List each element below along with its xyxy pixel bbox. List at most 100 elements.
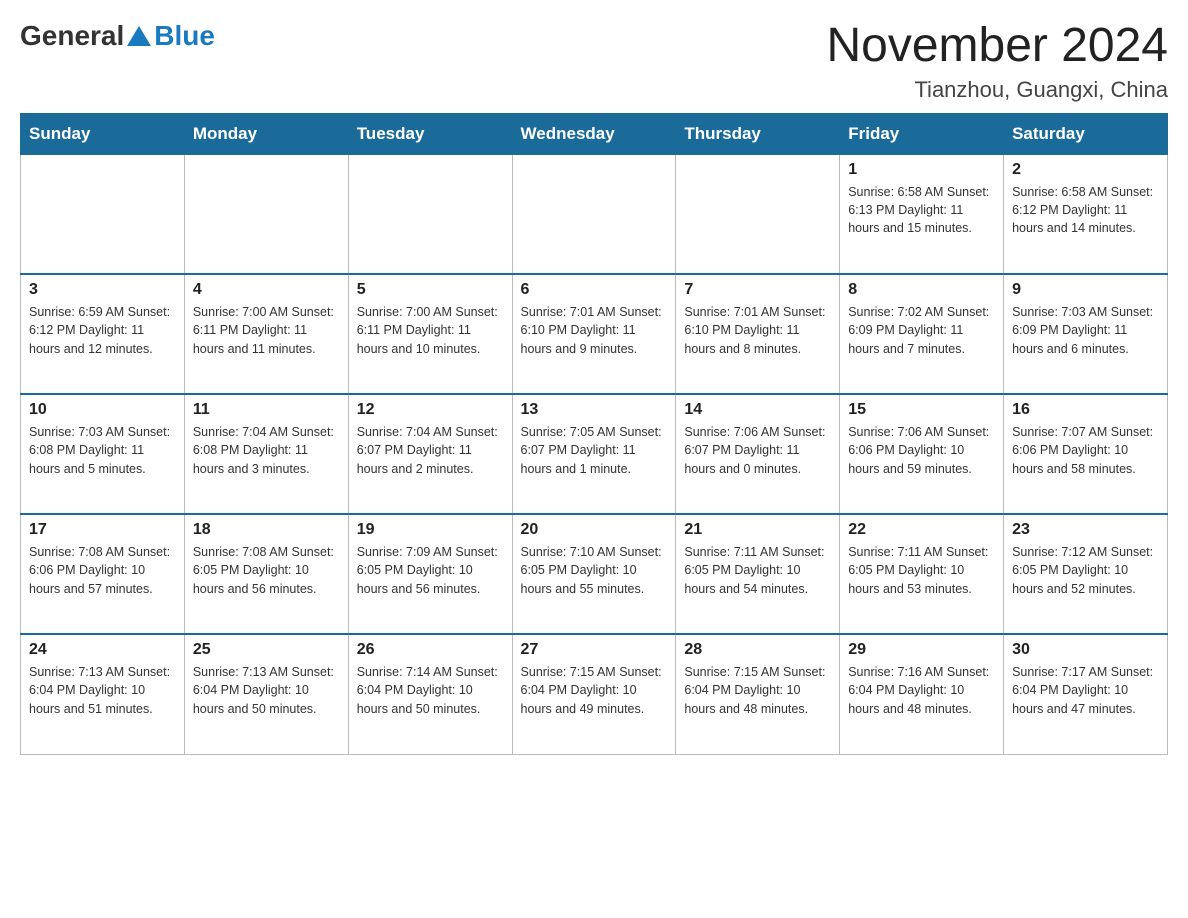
calendar-day-cell: 25 Sunrise: 7:13 AM Sunset: 6:04 PM Dayli…	[184, 634, 348, 754]
calendar-table: SundayMondayTuesdayWednesdayThursdayFrid…	[20, 113, 1168, 755]
calendar-day-cell	[512, 154, 676, 274]
day-info: Sunrise: 7:00 AM Sunset: 6:11 PM Dayligh…	[357, 303, 504, 357]
calendar-day-header: Friday	[840, 113, 1004, 154]
day-number: 20	[521, 521, 668, 539]
day-number: 29	[848, 641, 995, 659]
calendar-day-cell: 28 Sunrise: 7:15 AM Sunset: 6:04 PM Dayli…	[676, 634, 840, 754]
day-info: Sunrise: 6:58 AM Sunset: 6:12 PM Dayligh…	[1012, 183, 1159, 237]
day-number: 1	[848, 161, 995, 179]
calendar-day-cell: 14 Sunrise: 7:06 AM Sunset: 6:07 PM Dayli…	[676, 394, 840, 514]
day-number: 12	[357, 401, 504, 419]
day-number: 2	[1012, 161, 1159, 179]
day-info: Sunrise: 7:08 AM Sunset: 6:06 PM Dayligh…	[29, 543, 176, 597]
day-info: Sunrise: 7:08 AM Sunset: 6:05 PM Dayligh…	[193, 543, 340, 597]
day-info: Sunrise: 7:16 AM Sunset: 6:04 PM Dayligh…	[848, 663, 995, 717]
day-number: 27	[521, 641, 668, 659]
calendar-day-cell: 10 Sunrise: 7:03 AM Sunset: 6:08 PM Dayli…	[21, 394, 185, 514]
day-number: 6	[521, 281, 668, 299]
location-title: Tianzhou, Guangxi, China	[826, 77, 1168, 103]
calendar-title-area: November 2024 Tianzhou, Guangxi, China	[826, 20, 1168, 103]
day-info: Sunrise: 7:03 AM Sunset: 6:09 PM Dayligh…	[1012, 303, 1159, 357]
day-number: 26	[357, 641, 504, 659]
day-number: 10	[29, 401, 176, 419]
calendar-day-cell: 5 Sunrise: 7:00 AM Sunset: 6:11 PM Daylig…	[348, 274, 512, 394]
day-number: 4	[193, 281, 340, 299]
logo-blue-text: Blue	[154, 20, 215, 52]
calendar-day-cell: 12Sunrise: 7:04 AM Sunset: 6:07 PM Dayli…	[348, 394, 512, 514]
calendar-day-cell: 9 Sunrise: 7:03 AM Sunset: 6:09 PM Daylig…	[1004, 274, 1168, 394]
day-number: 23	[1012, 521, 1159, 539]
calendar-week-row: 17Sunrise: 7:08 AM Sunset: 6:06 PM Dayli…	[21, 514, 1168, 634]
day-number: 9	[1012, 281, 1159, 299]
calendar-day-cell: 17Sunrise: 7:08 AM Sunset: 6:06 PM Dayli…	[21, 514, 185, 634]
day-info: Sunrise: 7:11 AM Sunset: 6:05 PM Dayligh…	[684, 543, 831, 597]
day-info: Sunrise: 7:05 AM Sunset: 6:07 PM Dayligh…	[521, 423, 668, 477]
day-number: 15	[848, 401, 995, 419]
day-info: Sunrise: 7:06 AM Sunset: 6:07 PM Dayligh…	[684, 423, 831, 477]
calendar-day-cell: 6 Sunrise: 7:01 AM Sunset: 6:10 PM Daylig…	[512, 274, 676, 394]
calendar-day-cell: 27 Sunrise: 7:15 AM Sunset: 6:04 PM Dayli…	[512, 634, 676, 754]
day-info: Sunrise: 7:11 AM Sunset: 6:05 PM Dayligh…	[848, 543, 995, 597]
day-info: Sunrise: 7:01 AM Sunset: 6:10 PM Dayligh…	[521, 303, 668, 357]
day-info: Sunrise: 7:06 AM Sunset: 6:06 PM Dayligh…	[848, 423, 995, 477]
day-info: Sunrise: 7:00 AM Sunset: 6:11 PM Dayligh…	[193, 303, 340, 357]
calendar-day-cell: 13 Sunrise: 7:05 AM Sunset: 6:07 PM Dayli…	[512, 394, 676, 514]
day-number: 5	[357, 281, 504, 299]
calendar-day-cell	[676, 154, 840, 274]
calendar-day-cell: 3Sunrise: 6:59 AM Sunset: 6:12 PM Daylig…	[21, 274, 185, 394]
day-number: 7	[684, 281, 831, 299]
day-number: 14	[684, 401, 831, 419]
calendar-day-cell: 2 Sunrise: 6:58 AM Sunset: 6:12 PM Daylig…	[1004, 154, 1168, 274]
day-info: Sunrise: 7:13 AM Sunset: 6:04 PM Dayligh…	[29, 663, 176, 717]
logo-triangle-icon	[127, 26, 151, 46]
day-info: Sunrise: 7:15 AM Sunset: 6:04 PM Dayligh…	[521, 663, 668, 717]
calendar-day-cell: 19 Sunrise: 7:09 AM Sunset: 6:05 PM Dayli…	[348, 514, 512, 634]
calendar-day-cell: 1 Sunrise: 6:58 AM Sunset: 6:13 PM Daylig…	[840, 154, 1004, 274]
day-number: 18	[193, 521, 340, 539]
logo-general-text: General	[20, 20, 124, 52]
day-info: Sunrise: 7:12 AM Sunset: 6:05 PM Dayligh…	[1012, 543, 1159, 597]
day-info: Sunrise: 7:13 AM Sunset: 6:04 PM Dayligh…	[193, 663, 340, 717]
day-info: Sunrise: 7:14 AM Sunset: 6:04 PM Dayligh…	[357, 663, 504, 717]
calendar-day-cell: 22 Sunrise: 7:11 AM Sunset: 6:05 PM Dayli…	[840, 514, 1004, 634]
day-info: Sunrise: 6:58 AM Sunset: 6:13 PM Dayligh…	[848, 183, 995, 237]
calendar-day-cell	[21, 154, 185, 274]
day-number: 25	[193, 641, 340, 659]
day-info: Sunrise: 7:17 AM Sunset: 6:04 PM Dayligh…	[1012, 663, 1159, 717]
day-info: Sunrise: 7:03 AM Sunset: 6:08 PM Dayligh…	[29, 423, 176, 477]
month-title: November 2024	[826, 20, 1168, 73]
day-number: 11	[193, 401, 340, 419]
calendar-day-header: Thursday	[676, 113, 840, 154]
day-number: 22	[848, 521, 995, 539]
calendar-day-cell: 18 Sunrise: 7:08 AM Sunset: 6:05 PM Dayli…	[184, 514, 348, 634]
calendar-day-cell: 24Sunrise: 7:13 AM Sunset: 6:04 PM Dayli…	[21, 634, 185, 754]
calendar-day-header: Monday	[184, 113, 348, 154]
calendar-week-row: 3Sunrise: 6:59 AM Sunset: 6:12 PM Daylig…	[21, 274, 1168, 394]
calendar-day-cell: 7 Sunrise: 7:01 AM Sunset: 6:10 PM Daylig…	[676, 274, 840, 394]
calendar-day-cell: 29 Sunrise: 7:16 AM Sunset: 6:04 PM Dayli…	[840, 634, 1004, 754]
day-number: 19	[357, 521, 504, 539]
day-number: 28	[684, 641, 831, 659]
calendar-day-header: Wednesday	[512, 113, 676, 154]
page-header: General Blue November 2024 Tianzhou, Gua…	[20, 20, 1168, 103]
calendar-day-cell: 20Sunrise: 7:10 AM Sunset: 6:05 PM Dayli…	[512, 514, 676, 634]
calendar-day-cell: 15 Sunrise: 7:06 AM Sunset: 6:06 PM Dayli…	[840, 394, 1004, 514]
day-info: Sunrise: 7:15 AM Sunset: 6:04 PM Dayligh…	[684, 663, 831, 717]
calendar-day-cell: 4 Sunrise: 7:00 AM Sunset: 6:11 PM Daylig…	[184, 274, 348, 394]
day-info: Sunrise: 7:09 AM Sunset: 6:05 PM Dayligh…	[357, 543, 504, 597]
calendar-day-cell: 26 Sunrise: 7:14 AM Sunset: 6:04 PM Dayli…	[348, 634, 512, 754]
day-info: Sunrise: 7:04 AM Sunset: 6:08 PM Dayligh…	[193, 423, 340, 477]
day-info: Sunrise: 7:01 AM Sunset: 6:10 PM Dayligh…	[684, 303, 831, 357]
calendar-day-cell: 16Sunrise: 7:07 AM Sunset: 6:06 PM Dayli…	[1004, 394, 1168, 514]
calendar-week-row: 24Sunrise: 7:13 AM Sunset: 6:04 PM Dayli…	[21, 634, 1168, 754]
calendar-day-cell: 30 Sunrise: 7:17 AM Sunset: 6:04 PM Dayli…	[1004, 634, 1168, 754]
day-number: 30	[1012, 641, 1159, 659]
calendar-day-header: Tuesday	[348, 113, 512, 154]
day-info: Sunrise: 7:02 AM Sunset: 6:09 PM Dayligh…	[848, 303, 995, 357]
calendar-day-cell	[184, 154, 348, 274]
day-number: 13	[521, 401, 668, 419]
calendar-day-cell: 23 Sunrise: 7:12 AM Sunset: 6:05 PM Dayli…	[1004, 514, 1168, 634]
day-number: 3	[29, 281, 176, 299]
day-number: 21	[684, 521, 831, 539]
calendar-day-header: Saturday	[1004, 113, 1168, 154]
